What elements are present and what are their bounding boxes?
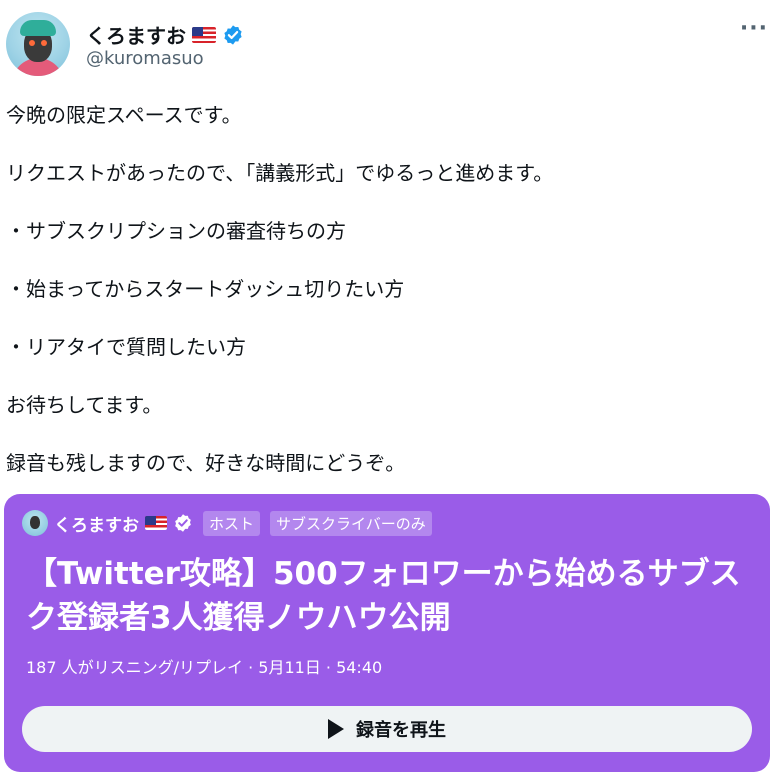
host-avatar <box>22 510 48 536</box>
subscribers-only-tag: サブスクライバーのみ <box>270 510 432 536</box>
verified-badge-icon[interactable] <box>222 24 244 46</box>
us-flag-icon <box>192 26 216 43</box>
tweet-paragraph: 今晩の限定スペースです。 <box>6 103 242 127</box>
verified-badge-icon <box>175 514 191 532</box>
us-flag-icon <box>145 516 167 530</box>
play-recording-button[interactable]: 録音を再生 <box>22 706 752 752</box>
space-host-name: くろますお <box>54 515 139 536</box>
tweet-paragraph: ・リアタイで質問したい方 <box>6 335 246 359</box>
space-title: 【Twitter攻略】500フォロワーから始めるサブスク登録者3人獲得ノウハウ公… <box>26 556 741 636</box>
tweet-paragraph: ・サブスクリプションの審査待ちの方 <box>6 219 346 243</box>
tweet-text: 今晩の限定スペースです。 リクエストがあったので、「講義形式」でゆるっと進めます… <box>6 100 772 506</box>
author-handle[interactable]: @kuromasuo <box>86 48 204 69</box>
tweet-paragraph: 録音も残しますので、好きな時間にどうぞ。 <box>6 451 406 475</box>
author-avatar[interactable] <box>6 12 70 76</box>
space-host-row: くろますお ホスト サブスクライバーのみ <box>22 510 432 536</box>
author-name-row[interactable]: くろますお <box>86 20 244 49</box>
more-options-icon[interactable]: ··· <box>740 18 768 40</box>
host-tag: ホスト <box>203 510 261 536</box>
space-card[interactable]: くろますお ホスト サブスクライバーのみ 【Twitter攻略】500フォロワー… <box>4 494 770 772</box>
author-display-name[interactable]: くろますお <box>86 20 186 49</box>
play-icon <box>328 719 344 739</box>
tweet-header: くろますお @kuromasuo ··· <box>6 12 772 82</box>
play-recording-label: 録音を再生 <box>356 720 446 741</box>
tweet-paragraph: ・始まってからスタートダッシュ切りたい方 <box>6 277 405 301</box>
tweet-paragraph: リクエストがあったので、「講義形式」でゆるっと進めます。 <box>6 161 554 185</box>
space-meta: 187 人がリスニング/リプレイ · 5月11日 · 54:40 <box>26 658 383 677</box>
tweet-paragraph: お待ちしてます。 <box>6 393 163 417</box>
